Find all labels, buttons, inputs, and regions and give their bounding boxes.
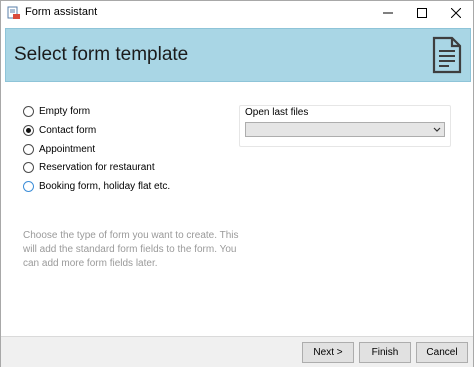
radio-button[interactable] — [23, 143, 34, 155]
radio-contact-form[interactable]: Contact form — [23, 123, 96, 137]
chevron-down-icon — [433, 127, 441, 132]
page-title: Select form template — [14, 44, 189, 65]
radio-label: Appointment — [39, 143, 96, 155]
radio-label: Booking form, holiday flat etc. — [39, 180, 171, 192]
hint-text: Choose the type of form you want to crea… — [23, 230, 239, 269]
cancel-button[interactable]: Cancel — [416, 342, 468, 363]
form-assistant-window: Form assistant Select form template Empt… — [0, 0, 474, 367]
close-button[interactable] — [439, 1, 473, 25]
minimize-icon — [383, 12, 393, 14]
radio-reservation-restaurant[interactable]: Reservation for restaurant — [23, 160, 155, 174]
form-assistant-app-icon — [7, 6, 21, 20]
radio-booking-form[interactable]: Booking form, holiday flat etc. — [23, 179, 170, 193]
radio-label: Empty form — [39, 105, 91, 117]
open-last-files-label: Open last files — [245, 107, 309, 118]
maximize-icon — [417, 8, 427, 18]
radio-button[interactable] — [23, 105, 34, 117]
maximize-button[interactable] — [405, 1, 439, 25]
header-banner: Select form template — [5, 28, 471, 82]
radio-appointment[interactable]: Appointment — [23, 142, 95, 156]
document-icon — [432, 36, 462, 74]
finish-button[interactable]: Finish — [359, 342, 411, 363]
radio-label: Reservation for restaurant — [39, 161, 155, 173]
radio-label: Contact form — [39, 124, 97, 136]
window-title: Form assistant — [25, 6, 98, 18]
close-icon — [451, 8, 461, 18]
radio-button-selected[interactable] — [23, 124, 34, 136]
title-bar[interactable]: Form assistant — [1, 1, 473, 25]
minimize-button[interactable] — [371, 1, 405, 25]
radio-button[interactable] — [23, 180, 34, 192]
radio-button[interactable] — [23, 161, 34, 173]
next-button[interactable]: Next > — [302, 342, 354, 363]
open-last-files-dropdown[interactable] — [245, 122, 445, 137]
radio-empty-form[interactable]: Empty form — [23, 104, 90, 118]
